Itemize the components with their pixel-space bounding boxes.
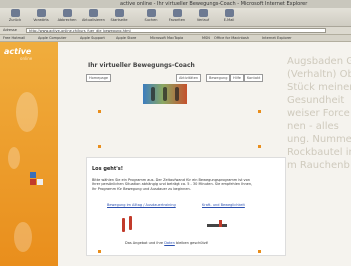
nav-contact[interactable]: Kontakt	[244, 74, 264, 82]
address-input[interactable]: http://www.active-online.ch/kurs_fuer_di…	[26, 28, 326, 33]
color-square	[30, 179, 36, 185]
card-title: Los geht's!	[92, 166, 124, 172]
browser-toolbar: Zurück Vorwärts Abbrechen Aktualisieren …	[0, 8, 351, 27]
history-button[interactable]: Verlauf	[192, 9, 214, 25]
link-strength-flexibility[interactable]: Kraft- und Beweglichkeit	[202, 203, 245, 207]
color-square	[30, 172, 36, 178]
athlete-image[interactable]	[122, 218, 125, 232]
site-logo: active	[4, 47, 32, 56]
data-link[interactable]: Daten	[164, 241, 175, 245]
nav-movement[interactable]: Bewegung	[206, 74, 231, 82]
favorite-link[interactable]: Microsoft MacTopia	[150, 35, 183, 41]
orange-marker	[98, 110, 101, 113]
favorite-link[interactable]: Apple Computer	[38, 35, 66, 41]
content-card: Los geht's! Bitte wählen Sie ein Program…	[86, 157, 286, 256]
athlete-image[interactable]	[129, 216, 132, 230]
home-button[interactable]: Startseite	[108, 9, 130, 25]
orange-marker	[258, 145, 261, 148]
person-image	[163, 87, 167, 101]
favorite-link[interactable]: Apple Support	[80, 35, 105, 41]
person-image	[175, 87, 179, 101]
favorites-icon	[172, 9, 182, 17]
page-title: Ihr virtueller Bewegungs-Coach	[88, 62, 195, 69]
home-icon	[114, 9, 124, 17]
nav-homepage[interactable]: Homepage	[86, 74, 112, 82]
mail-button[interactable]: E-Mail	[218, 9, 240, 25]
figure-decoration	[8, 147, 20, 169]
figure-decoration	[14, 222, 32, 252]
header-photo-banner	[143, 84, 187, 104]
forward-button[interactable]: Vorwärts	[30, 9, 52, 25]
orange-marker	[98, 145, 101, 148]
site-logo-sub: online	[20, 56, 33, 61]
window-title: active online - Ihr virtueller Bewegungs…	[120, 1, 308, 7]
link-everyday-endurance[interactable]: Bewegung im Alltag / Ausdauertraining	[107, 203, 176, 207]
stop-button[interactable]: Abbrechen	[56, 9, 78, 25]
search-icon	[146, 9, 156, 17]
orange-marker	[258, 110, 261, 113]
stretching-image-accent	[219, 220, 222, 227]
address-bar: Adresse http://www.active-online.ch/kurs…	[0, 27, 351, 35]
orange-marker	[258, 250, 261, 253]
favorite-link[interactable]: Free Hotmail	[3, 35, 25, 41]
favorite-link[interactable]: MSN	[202, 35, 210, 41]
person-image	[151, 87, 155, 101]
stop-icon	[62, 9, 72, 17]
favorite-link[interactable]: Office for Macintosh	[214, 35, 249, 41]
privacy-note: Das Angebot und ihre Daten bleiben gesch…	[125, 241, 209, 245]
back-button[interactable]: Zurück	[4, 9, 26, 25]
figure-decoration	[16, 92, 38, 132]
nav-help[interactable]: Hilfe	[230, 74, 244, 82]
search-button[interactable]: Suchen	[140, 9, 162, 25]
stretching-image[interactable]	[207, 224, 227, 227]
site-sidebar: active online	[0, 42, 58, 266]
back-icon	[10, 9, 20, 17]
refresh-icon	[88, 9, 98, 17]
favorites-button[interactable]: Favoriten	[166, 9, 188, 25]
refresh-button[interactable]: Aktualisieren	[82, 9, 105, 25]
background-print-text: Augsbaden Ges (Verhaltn) Ob Stück meinen…	[287, 56, 351, 171]
nav-activities[interactable]: Aktivitäten	[176, 74, 202, 82]
mail-icon	[224, 9, 234, 17]
favorite-link[interactable]: Internet Explorer	[262, 35, 292, 41]
orange-marker	[98, 250, 101, 253]
history-icon	[198, 9, 208, 17]
forward-icon	[36, 9, 46, 17]
color-square	[37, 179, 43, 185]
address-label: Adresse	[3, 28, 17, 32]
favorites-bar: Free Hotmail Apple Computer Apple Suppor…	[0, 35, 351, 42]
intro-text: Bitte wählen Sie ein Programm aus. Der Z…	[92, 178, 253, 191]
favorite-link[interactable]: Apple Store	[116, 35, 136, 41]
